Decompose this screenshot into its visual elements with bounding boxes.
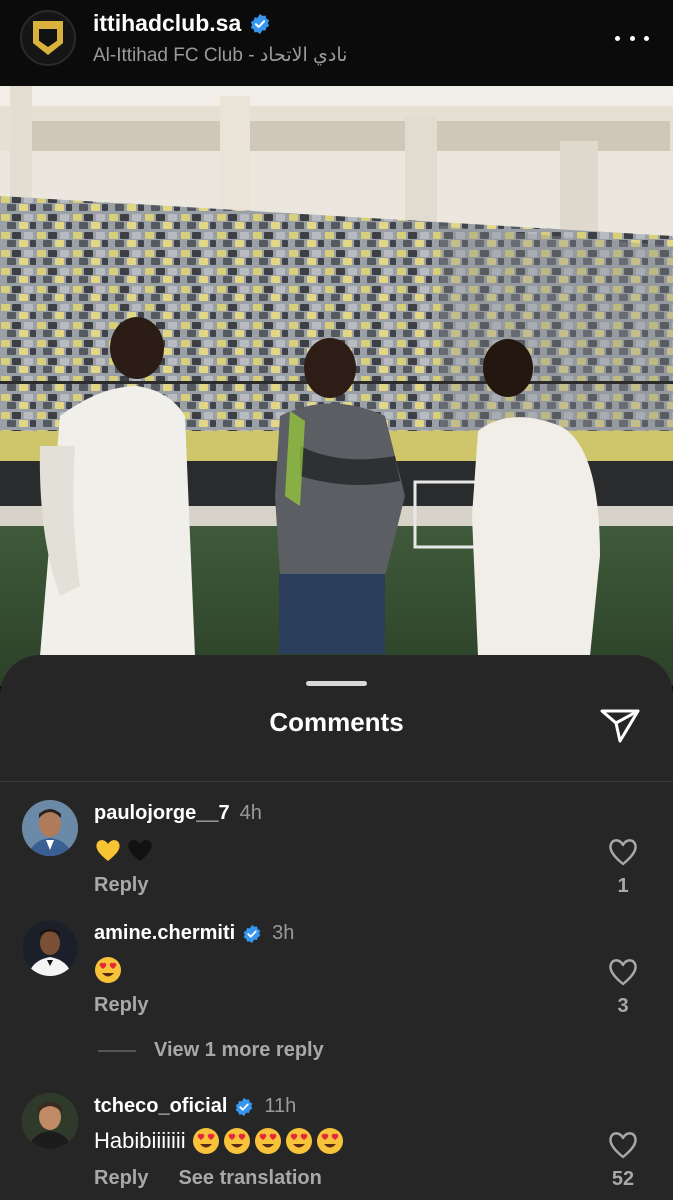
verified-badge-icon <box>243 924 261 943</box>
club-avatar[interactable] <box>20 10 76 66</box>
comment-body: Habibiiiiiii <box>94 1128 186 1153</box>
post-header: ittihadclub.sa Al-Ittihad FC Club - نادي… <box>0 0 673 86</box>
stadium-photo <box>0 86 673 686</box>
club-crest-icon <box>33 21 63 55</box>
see-translation-button[interactable]: See translation <box>178 1167 321 1190</box>
like-count: 1 <box>617 875 629 897</box>
heart-eyes-icon <box>316 1128 343 1154</box>
sheet-title: Comments <box>269 707 404 737</box>
heart-eyes-icon <box>254 1128 281 1154</box>
comment-username[interactable]: paulojorge__7 <box>94 802 230 825</box>
reply-button[interactable]: Reply <box>94 1167 148 1190</box>
view-more-replies[interactable]: View 1 more reply <box>98 1039 324 1062</box>
comment-text <box>94 956 122 984</box>
avatar[interactable] <box>22 1093 78 1149</box>
heart-eyes-icon <box>192 1128 219 1154</box>
comment-time: 4h <box>239 802 262 824</box>
like-heart-icon[interactable] <box>606 954 640 988</box>
account-name-row[interactable]: ittihadclub.sa <box>93 10 271 37</box>
view-more-replies-label[interactable]: View 1 more reply <box>154 1039 324 1062</box>
comment-actions: Reply See translation <box>94 1167 322 1190</box>
verified-badge-icon <box>236 1097 253 1116</box>
share-send-icon[interactable] <box>598 705 642 745</box>
heart-eyes-icon <box>285 1128 312 1154</box>
heart-eyes-icon <box>95 957 121 983</box>
thread-line <box>98 1049 136 1052</box>
avatar[interactable] <box>22 920 78 976</box>
comment-actions: Reply <box>94 994 148 1017</box>
reply-button[interactable]: Reply <box>94 874 148 897</box>
comment-text: Habibiiiiiii <box>94 1127 344 1155</box>
yellow-heart-icon <box>96 840 120 861</box>
verified-badge-icon <box>251 13 270 34</box>
sheet-grabber[interactable] <box>306 681 367 686</box>
like-count: 52 <box>611 1168 635 1190</box>
emoji-row <box>192 1127 344 1155</box>
like-count: 3 <box>617 995 629 1017</box>
reply-button[interactable]: Reply <box>94 994 148 1017</box>
comment-header: tcheco_oficial 11h <box>94 1095 296 1118</box>
avatar[interactable] <box>22 800 78 856</box>
black-heart-icon <box>128 840 152 861</box>
account-subtitle[interactable]: Al-Ittihad FC Club - نادي الاتحاد <box>93 44 347 67</box>
comment-actions: Reply <box>94 874 148 897</box>
comment-username[interactable]: amine.chermiti <box>94 922 235 945</box>
comment-time: 3h <box>272 922 295 944</box>
comment-time: 11h <box>264 1095 297 1117</box>
comment-header: paulojorge__7 4h <box>94 802 262 825</box>
like-heart-icon[interactable] <box>606 834 640 868</box>
more-options-icon[interactable] <box>615 28 649 48</box>
comment-username[interactable]: tcheco_oficial <box>94 1095 227 1118</box>
comments-sheet: Comments paulojorge__7 4h Reply 1 amine.… <box>0 655 673 1200</box>
comment-text <box>94 836 154 864</box>
like-heart-icon[interactable] <box>606 1127 640 1161</box>
comment-header: amine.chermiti 3h <box>94 922 294 945</box>
sheet-divider <box>0 781 673 782</box>
post-photo[interactable] <box>0 86 673 686</box>
account-name[interactable]: ittihadclub.sa <box>93 10 241 37</box>
heart-eyes-icon <box>223 1128 250 1154</box>
